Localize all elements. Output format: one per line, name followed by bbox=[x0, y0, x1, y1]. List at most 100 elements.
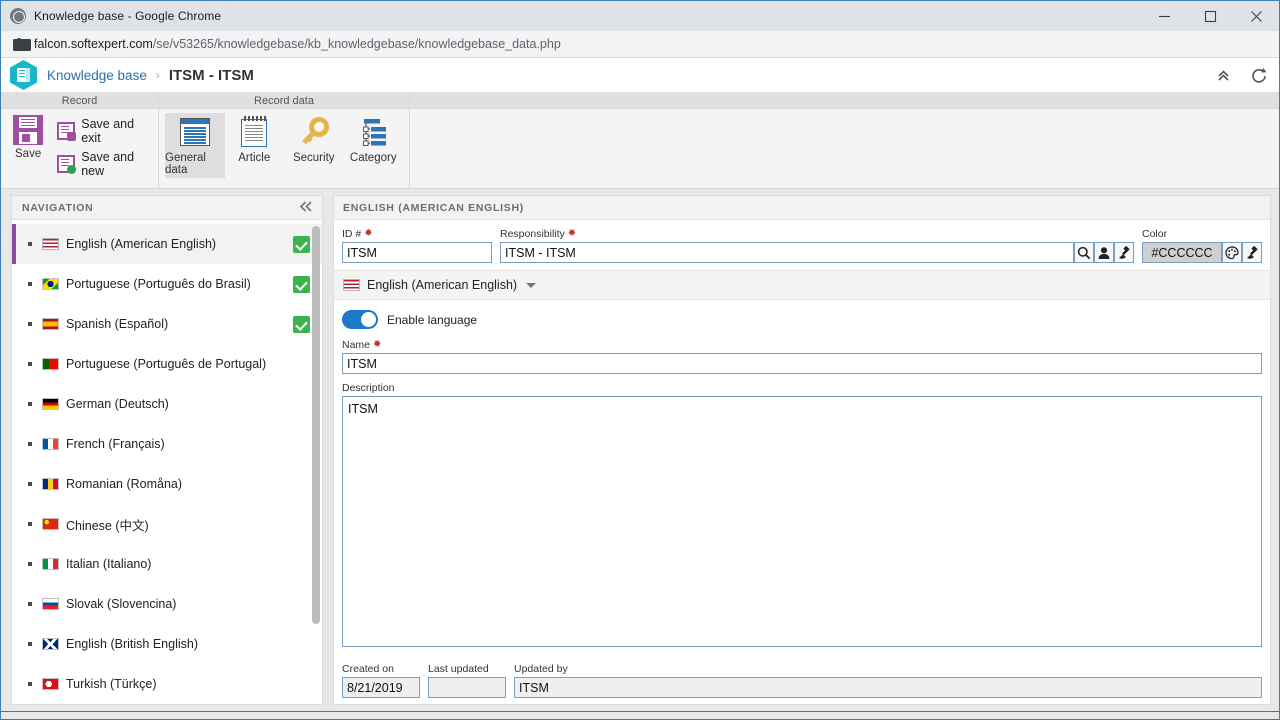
browser-titlebar: Knowledge base - Google Chrome bbox=[1, 1, 1279, 31]
tab-category[interactable]: Category bbox=[344, 113, 404, 166]
sk-flag bbox=[42, 598, 59, 610]
save-and-exit-button[interactable]: Save and exit bbox=[57, 117, 152, 145]
language-form: Enable language Name ✹ Description bbox=[334, 300, 1270, 704]
navigation-list: English (American English) Portuguese (Po… bbox=[12, 220, 322, 704]
language-selector[interactable]: English (American English) bbox=[334, 270, 1270, 300]
sidebar-item-label: Spanish (Español) bbox=[66, 317, 169, 331]
description-textarea[interactable] bbox=[342, 396, 1262, 647]
sidebar-item-label: Portuguese (Português de Portugal) bbox=[66, 357, 267, 371]
chevron-down-icon bbox=[526, 282, 537, 288]
bullet-icon bbox=[28, 602, 32, 606]
navigation-scrollbar[interactable] bbox=[312, 226, 320, 624]
maximize-icon[interactable] bbox=[1187, 1, 1233, 31]
tab-general-data-label: General data bbox=[165, 152, 206, 176]
chrome-window: Knowledge base - Google Chrome falcon.so… bbox=[0, 0, 1280, 720]
url-host: falcon.softexpert.com bbox=[34, 37, 153, 51]
save-button[interactable]: Save bbox=[7, 113, 49, 160]
color-input[interactable] bbox=[1142, 242, 1222, 263]
id-input[interactable] bbox=[342, 242, 492, 263]
main-section-title: ENGLISH (AMERICAN ENGLISH) bbox=[343, 201, 524, 214]
identification-row: ID # ✹ Responsibility ✹ bbox=[334, 220, 1270, 270]
sidebar-item-language[interactable]: English (British English) bbox=[12, 624, 322, 664]
required-marker-icon: ✹ bbox=[373, 339, 382, 350]
enabled-check-icon bbox=[293, 275, 310, 293]
color-label: Color bbox=[1142, 228, 1262, 240]
search-icon[interactable] bbox=[1074, 242, 1094, 263]
close-icon[interactable] bbox=[1233, 1, 1279, 31]
sidebar-item-language[interactable]: Spanish (Español) bbox=[12, 304, 322, 344]
enabled-check-icon bbox=[293, 235, 310, 253]
chevron-up-double-icon[interactable] bbox=[1213, 66, 1233, 86]
responsibility-label-text: Responsibility bbox=[500, 228, 565, 240]
created-on-field-group: Created on bbox=[342, 663, 420, 698]
breadcrumb-link[interactable]: Knowledge base bbox=[47, 68, 147, 83]
navigation-panel: NAVIGATION English (American English) Por… bbox=[11, 195, 323, 705]
enable-language-toggle[interactable] bbox=[342, 310, 378, 329]
eraser-icon[interactable] bbox=[1114, 242, 1134, 263]
knowledge-base-logo bbox=[10, 60, 37, 90]
name-field-group: Name ✹ bbox=[342, 339, 1262, 374]
sidebar-item-language[interactable]: English (American English) bbox=[12, 224, 322, 264]
globe-icon bbox=[10, 8, 26, 24]
sidebar-item-language[interactable]: Portuguese (Português do Brasil) bbox=[12, 264, 322, 304]
sidebar-item-language[interactable]: Portuguese (Português de Portugal) bbox=[12, 344, 322, 384]
minimize-icon[interactable] bbox=[1141, 1, 1187, 31]
sidebar-item-label: German (Deutsch) bbox=[66, 397, 169, 411]
user-icon[interactable] bbox=[1094, 242, 1114, 263]
save-exit-icon bbox=[57, 122, 77, 141]
description-field-group: Description bbox=[342, 382, 1262, 647]
ribbon-group-empty bbox=[410, 93, 1279, 188]
responsibility-field-group: Responsibility ✹ bbox=[500, 228, 1134, 263]
bullet-icon bbox=[28, 242, 32, 246]
sidebar-item-label: English (British English) bbox=[66, 637, 198, 651]
tab-security[interactable]: Security bbox=[284, 113, 344, 166]
sidebar-item-label: Slovak (Slovencina) bbox=[66, 597, 177, 611]
tab-general-data[interactable]: General data bbox=[165, 113, 225, 178]
eraser-icon[interactable] bbox=[1242, 242, 1262, 263]
created-on-label: Created on bbox=[342, 663, 394, 675]
save-and-new-label: Save and new bbox=[81, 150, 135, 178]
tab-article[interactable]: Article bbox=[225, 113, 285, 166]
sidebar-item-language[interactable]: German (Deutsch) bbox=[12, 384, 322, 424]
last-updated-label: Last updated bbox=[428, 663, 489, 675]
lock-icon bbox=[13, 37, 31, 51]
color-label-text: Color bbox=[1142, 228, 1168, 240]
responsibility-input[interactable] bbox=[500, 242, 1074, 263]
fr-flag bbox=[42, 438, 59, 450]
id-field-group: ID # ✹ bbox=[342, 228, 492, 263]
save-and-new-button[interactable]: Save and new bbox=[57, 150, 152, 178]
it-flag bbox=[42, 558, 59, 570]
sidebar-item-label: Chinese (中文) bbox=[66, 518, 149, 533]
us-flag bbox=[42, 238, 59, 250]
header-actions bbox=[1213, 58, 1269, 93]
bullet-icon bbox=[28, 482, 32, 486]
last-updated-field-group: Last updated bbox=[428, 663, 506, 698]
sidebar-item-language[interactable]: Romanian (Romåna) bbox=[12, 464, 322, 504]
name-label-text: Name bbox=[342, 339, 371, 351]
chevron-left-double-icon[interactable] bbox=[299, 200, 314, 215]
address-bar[interactable]: falcon.softexpert.com/se/v53265/knowledg… bbox=[1, 31, 1279, 58]
sidebar-item-language[interactable]: French (Français) bbox=[12, 424, 322, 464]
enable-language-row[interactable]: Enable language bbox=[342, 310, 1262, 329]
palette-icon[interactable] bbox=[1222, 242, 1242, 263]
updated-by-label: Updated by bbox=[514, 663, 568, 675]
security-key-icon bbox=[298, 116, 330, 148]
bullet-icon bbox=[28, 322, 32, 326]
sidebar-item-language[interactable]: Chinese (中文) bbox=[12, 504, 322, 544]
main-section-header: ENGLISH (AMERICAN ENGLISH) bbox=[334, 196, 1270, 220]
sidebar-item-language[interactable]: Italian (Italiano) bbox=[12, 544, 322, 584]
tab-security-label: Security bbox=[292, 152, 335, 164]
refresh-icon[interactable] bbox=[1249, 66, 1269, 86]
bullet-icon bbox=[28, 522, 32, 526]
name-input[interactable] bbox=[342, 353, 1262, 374]
id-label: ID # ✹ bbox=[342, 228, 492, 240]
gb-flag bbox=[42, 638, 59, 650]
ribbon-group-record: Record Save Save and exit Save and new bbox=[1, 93, 159, 188]
sidebar-item-language[interactable]: Slovak (Slovencina) bbox=[12, 584, 322, 624]
sidebar-item-language[interactable]: Turkish (Türkçe) bbox=[12, 664, 322, 704]
page-body: NAVIGATION English (American English) Por… bbox=[1, 189, 1279, 711]
description-label: Description bbox=[342, 382, 1262, 394]
tab-category-label: Category bbox=[349, 152, 397, 164]
responsibility-label: Responsibility ✹ bbox=[500, 228, 1134, 240]
de-flag bbox=[42, 398, 59, 410]
